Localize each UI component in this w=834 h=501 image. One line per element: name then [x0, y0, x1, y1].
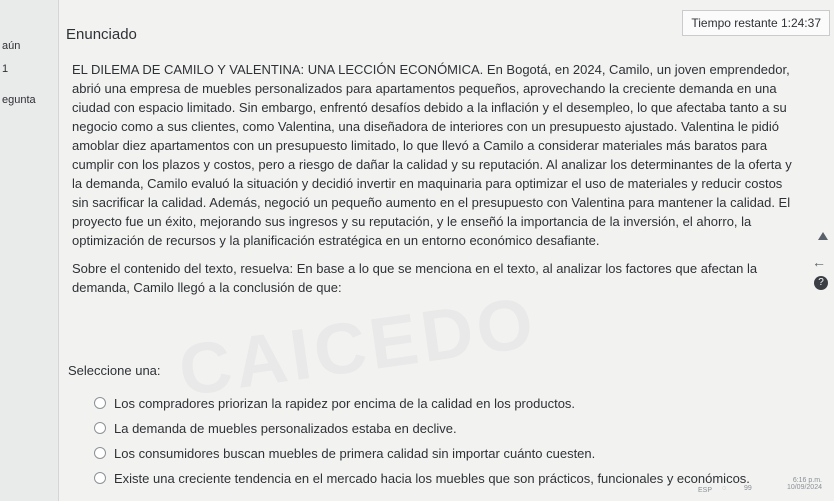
answer-option-text: Los compradores priorizan la rapidez por…	[114, 395, 576, 411]
back-arrow-icon[interactable]: ←	[812, 254, 826, 270]
question-content: EL DILEMA DE CAMILO Y VALENTINA: UNA LEC…	[72, 60, 792, 297]
question-paragraph: EL DILEMA DE CAMILO Y VALENTINA: UNA LEC…	[72, 62, 792, 248]
answer-option-2[interactable]: La demanda de muebles personalizados est…	[94, 417, 814, 439]
chevron-up-icon[interactable]	[818, 232, 828, 240]
taskbar-language: ESP	[698, 487, 713, 494]
sidebar-line-1: aún	[2, 40, 21, 52]
right-icons: ← ?	[812, 232, 828, 292]
left-sidebar: aún 1 egunta	[0, 0, 59, 501]
radio-circle-icon[interactable]	[94, 447, 106, 459]
time-remaining: Tiempo restante 1:24:37	[682, 10, 830, 36]
main-panel: Enunciado Tiempo restante 1:24:37 CAICED…	[58, 0, 834, 501]
answer-option-3[interactable]: Los consumidores buscan muebles de prime…	[94, 442, 814, 464]
sidebar-line-3: egunta	[2, 94, 36, 106]
radio-circle-icon[interactable]	[94, 422, 106, 434]
answer-option-text: Los consumidores buscan muebles de prime…	[114, 445, 596, 461]
radio-circle-icon[interactable]	[94, 472, 106, 484]
help-icon[interactable]: ?	[814, 276, 828, 290]
wifi-icon: ◌	[722, 485, 727, 492]
answer-option-1[interactable]: Los compradores priorizan la rapidez por…	[94, 392, 814, 414]
select-label: Seleccione una:	[68, 363, 161, 378]
battery-icon: 99	[744, 485, 752, 492]
taskbar: ESP ◌ 99 6:16 p.m. 10/09/2024	[640, 477, 832, 499]
taskbar-time: 6:16 p.m.	[792, 477, 822, 484]
radio-circle-icon[interactable]	[94, 397, 106, 409]
taskbar-date: 10/09/2024	[786, 484, 822, 491]
answer-option-text: La demanda de muebles personalizados est…	[114, 420, 457, 436]
page-title: Enunciado	[66, 26, 137, 43]
question-prompt: Sobre el contenido del texto, resuelva: …	[72, 261, 758, 295]
taskbar-clock: 6:16 p.m. 10/09/2024	[787, 477, 822, 491]
sidebar-line-2: 1	[2, 63, 9, 75]
